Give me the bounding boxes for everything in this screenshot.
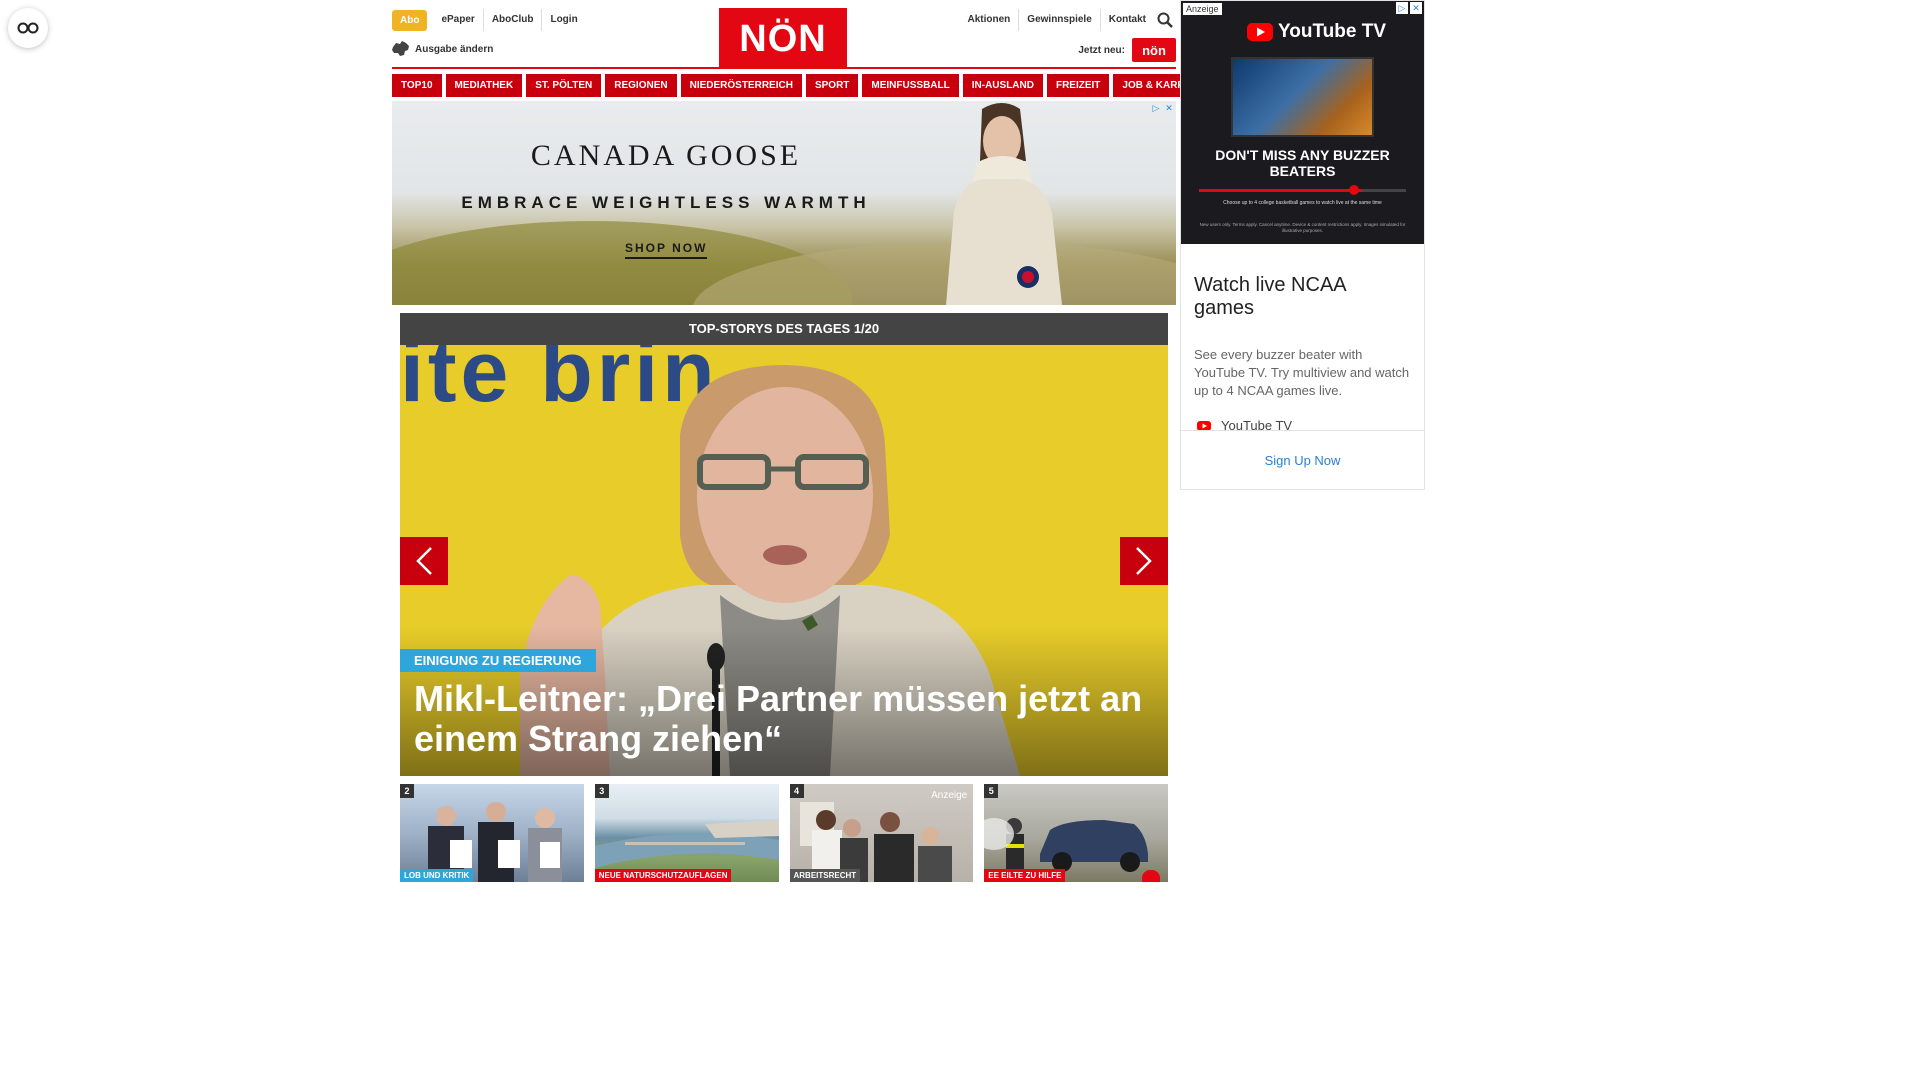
nav-item-st-poelten[interactable]: ST. PÖLTEN: [526, 74, 602, 97]
main-navigation: TOP10 MEDIATHEK ST. PÖLTEN REGIONEN NIED…: [392, 74, 1217, 97]
edition-switcher[interactable]: Ausgabe ändern: [392, 41, 493, 57]
edition-label: Ausgabe ändern: [415, 43, 494, 55]
nav-item-mediathek[interactable]: MEDIATHEK: [445, 74, 523, 97]
aboclub-link[interactable]: AboClub: [482, 9, 542, 31]
youtube-tv-ad-image: Anzeige ▷ ✕ YouTube TV DON'T MISS ANY BU…: [1181, 1, 1424, 244]
story-thumbnail[interactable]: 4 Anzeige ARBEITSRECHT: [789, 784, 974, 882]
nav-item-sport[interactable]: SPORT: [805, 74, 859, 97]
youtube-tv-side-ad[interactable]: Anzeige ▷ ✕ YouTube TV DON'T MISS ANY BU…: [1180, 0, 1425, 490]
adchoices-icon[interactable]: ▷: [1396, 2, 1408, 14]
jetzt-neu: Jetzt neu: nön: [1078, 38, 1176, 62]
ad-progress-handle: [1349, 185, 1359, 195]
ad-shop-now-button[interactable]: SHOP NOW: [625, 241, 708, 259]
basketball-multiview-image: [1231, 57, 1374, 137]
youtube-icon: [1197, 420, 1211, 431]
nav-item-regionen[interactable]: REGIONEN: [605, 74, 677, 97]
thumbnail-label: EE EILTE ZU HILFE: [984, 869, 1066, 882]
thumbnail-image: [594, 820, 779, 868]
kontakt-link[interactable]: Kontakt: [1101, 9, 1154, 31]
story-thumbnail[interactable]: 5 EE EILTE ZU HILFE: [984, 784, 1168, 882]
canada-goose-banner-ad[interactable]: CANADA GOOSE EMBRACE WEIGHTLESS WARMTH S…: [392, 101, 1176, 305]
search-icon[interactable]: [1154, 9, 1176, 31]
ad-tagline: EMBRACE WEIGHTLESS WARMTH: [461, 193, 871, 212]
adchoices-icon[interactable]: ▷: [1151, 103, 1161, 113]
login-link[interactable]: Login: [541, 9, 585, 31]
thumbnail-label: ARBEITSRECHT: [789, 869, 861, 882]
aktionen-link[interactable]: Aktionen: [960, 9, 1020, 31]
side-ad-title[interactable]: Watch live NCAA games: [1194, 274, 1411, 320]
header-top-right: Aktionen Gewinnspiele Kontakt: [960, 9, 1176, 31]
story-thumbnail[interactable]: 3 NEUE NATURSCHUTZAUFLAGEN: [594, 784, 779, 882]
nav-item-meinfussball[interactable]: MEINFUSSBALL: [862, 74, 959, 97]
ad-label: Anzeige: [1183, 3, 1222, 15]
jetzt-neu-label: Jetzt neu:: [1078, 44, 1125, 56]
thumbnail-image: [984, 818, 1149, 872]
reader-mode-button[interactable]: [8, 8, 48, 48]
gewinnspiele-link[interactable]: Gewinnspiele: [1019, 9, 1101, 31]
top-stories: TOP-STORYS DES TAGES 1/20 ite brin EINIG…: [400, 313, 1168, 776]
epaper-link[interactable]: ePaper: [433, 9, 482, 31]
nav-item-niederoesterreich[interactable]: NIEDERÖSTERREICH: [680, 74, 802, 97]
chevron-right-icon: [1136, 547, 1152, 575]
hero-category-tag[interactable]: EINIGUNG ZU REGIERUNG: [400, 649, 596, 672]
ad-fine-print: New users only. Terms apply. Cancel anyt…: [1199, 222, 1406, 233]
site-header: Abo ePaper AboClub Login Ausgabe ändern …: [392, 0, 1176, 70]
thumbnail-label: LOB UND KRITIK: [400, 869, 474, 882]
carousel-prev-button[interactable]: [400, 537, 448, 585]
close-icon[interactable]: ✕: [1410, 2, 1422, 14]
youtube-tv-logo: YouTube TV: [1247, 21, 1386, 43]
ad-brand: CANADA GOOSE: [530, 139, 802, 172]
thumbnail-number: 5: [984, 784, 999, 798]
thumbnail-label: NEUE NATURSCHUTZAUFLAGEN: [594, 869, 732, 882]
story-thumbnail[interactable]: 2 LOB UND KRITIK: [400, 784, 584, 882]
ad-choices[interactable]: ▷ ✕: [1151, 103, 1174, 113]
kleine-noen-logo[interactable]: nön: [1132, 38, 1176, 62]
chevron-left-icon: [416, 547, 432, 575]
carousel-next-button[interactable]: [1120, 537, 1168, 585]
side-ad-text: See every buzzer beater with YouTube TV.…: [1194, 347, 1410, 398]
close-icon[interactable]: ✕: [1164, 103, 1174, 113]
nav-item-freizeit[interactable]: FREIZEIT: [1046, 74, 1110, 97]
side-ad-body: Watch live NCAA games See every buzzer b…: [1181, 244, 1424, 433]
noen-logo[interactable]: NÖN: [719, 8, 847, 68]
camera-icon: [1142, 870, 1160, 882]
thumbnail-image: [428, 802, 562, 882]
ad-subtext: Choose up to 4 college basketball games …: [1223, 200, 1382, 206]
top-stories-heading: TOP-STORYS DES TAGES 1/20: [400, 313, 1168, 345]
side-ad-divider: [1181, 430, 1424, 431]
ad-progress-bar: [1199, 189, 1406, 192]
glasses-icon: [17, 22, 39, 34]
hero-headline[interactable]: Mikl-Leitner: „Drei Partner müssen jetzt…: [414, 679, 1159, 759]
abo-button[interactable]: Abo: [392, 9, 428, 31]
side-ad-choices[interactable]: ▷ ✕: [1396, 2, 1422, 14]
header-top-left: Abo ePaper AboClub Login: [392, 9, 586, 31]
thumbnail-number: 2: [400, 784, 414, 798]
thumbnail-number: 3: [594, 784, 609, 798]
sign-up-now-button[interactable]: Sign Up Now: [1181, 453, 1424, 468]
story-thumbnails: 2 LOB UND KRITIK 3 NEUE NATURSCHUTZAUFLA…: [400, 784, 1168, 882]
thumbnail-ad-label: Anzeige: [931, 790, 968, 801]
thumbnail-number: 4: [789, 784, 804, 798]
page: Abo ePaper AboClub Login Ausgabe ändern …: [0, 0, 1568, 882]
hero-story[interactable]: ite brin EINIGUNG ZU REGIERUNG Mikl-Leit…: [400, 345, 1168, 776]
ad-model-image: [946, 103, 1062, 305]
region-map-icon: [392, 41, 409, 56]
nav-item-in-ausland[interactable]: IN-AUSLAND: [962, 74, 1043, 97]
youtube-play-icon: [1247, 23, 1273, 41]
ad-headline: DON'T MISS ANY BUZZER BEATERS: [1215, 147, 1390, 179]
youtube-tv-logo-text: YouTube TV: [1278, 21, 1387, 42]
header-divider: [392, 67, 1176, 69]
nav-item-top10[interactable]: TOP10: [392, 74, 442, 97]
